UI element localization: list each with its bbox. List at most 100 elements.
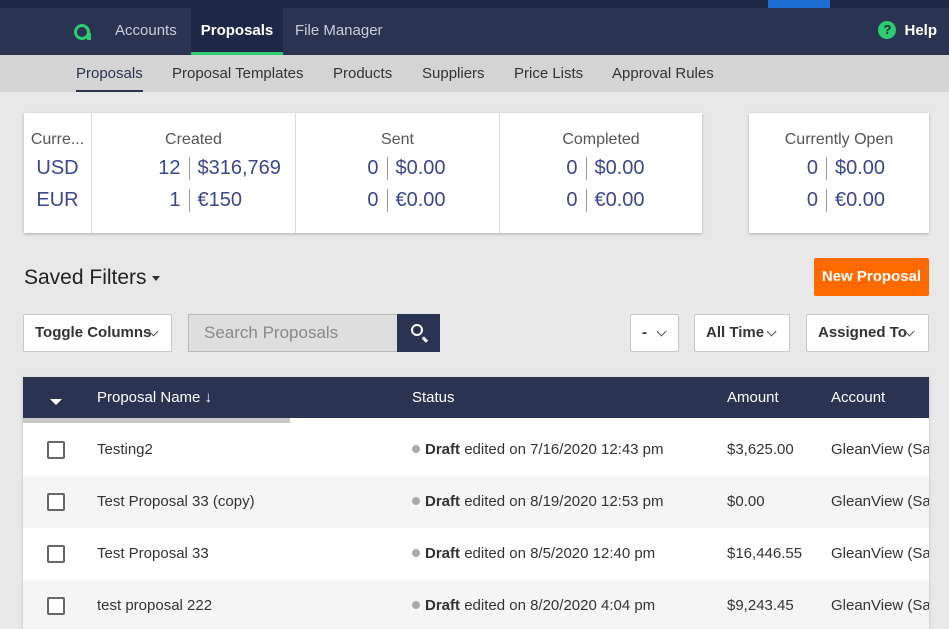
status-detail: edited on 8/20/2020 4:04 pm [464,597,656,614]
row-checkbox[interactable] [47,545,65,563]
top-nav: Accounts Proposals File Manager ? Help [0,8,949,55]
proposal-name[interactable]: Testing2 [97,424,153,476]
account-cell[interactable]: GleanView (Sar [831,580,929,629]
count: 1 [97,189,190,212]
open-header: Currently Open [784,131,894,148]
col-status[interactable]: Status [412,377,455,414]
account-cell[interactable]: GleanView (Sar [831,424,929,476]
chevron-down-icon [766,326,777,337]
subnav-proposals[interactable]: Proposals [76,55,143,92]
col-proposal-name[interactable]: Proposal Name ↓ [97,377,212,414]
amount: $316,769 [197,157,281,179]
help-icon: ? [878,21,897,39]
count: 0 [761,189,827,212]
amount: €0.00 [594,189,645,211]
currency-header: Curre... [30,131,85,148]
amount-cell: $3,625.00 [727,441,794,458]
status-label: Draft [425,493,461,510]
count: 0 [308,189,388,212]
proposal-name[interactable]: Test Proposal 33 [97,528,209,580]
open-column: Currently Open 0 $0.00 0 €0.00 [749,113,929,233]
status-dot-icon [412,497,420,505]
status-label: Draft [425,597,461,614]
currency-eur: EUR [36,189,79,211]
amount-cell: $16,446.55 [727,545,803,562]
nav-accounts[interactable]: Accounts [103,8,189,55]
created-column: Created 12 $316,769 1 €150 [92,113,296,233]
sent-column: Sent 0 $0.00 0 €0.00 [296,113,500,233]
saved-filters-label: Saved Filters [24,266,147,289]
created-eur: 1 €150 [92,189,295,212]
top-strip [0,0,949,8]
app-logo-icon[interactable] [74,24,91,40]
new-proposal-button[interactable]: New Proposal [814,258,929,296]
amount: $0.00 [835,157,886,179]
nav-proposals[interactable]: Proposals [191,8,283,55]
status-detail: edited on 8/5/2020 12:40 pm [464,545,656,562]
select-menu-caret-icon[interactable] [50,399,62,405]
status-dot-icon [412,601,420,609]
status-detail: edited on 8/19/2020 12:53 pm [464,493,664,510]
subnav-approval-rules[interactable]: Approval Rules [612,55,714,92]
status-detail: edited on 7/16/2020 12:43 pm [464,441,664,458]
proposal-name[interactable]: Test Proposal 33 (copy) [97,476,255,528]
amount: $0.00 [594,157,645,179]
sent-header: Sent [381,131,414,148]
status-label: Draft [425,545,461,562]
col-amount[interactable]: Amount [727,377,779,414]
dash-select[interactable]: - [630,314,679,352]
saved-filters-dropdown[interactable]: Saved Filters [24,266,160,290]
search-input[interactable] [188,314,398,352]
row-checkbox[interactable] [47,441,65,459]
row-checkbox[interactable] [47,493,65,511]
currently-open-card: Currently Open 0 $0.00 0 €0.00 [749,113,929,233]
summary-card: Curre... USD EUR Created 12 $316,769 1 €15… [24,113,702,233]
status-dot-icon [412,549,420,557]
amount-cell: $0.00 [727,493,765,510]
amount: €0.00 [835,189,886,211]
count: 0 [516,157,587,180]
table-header: Proposal Name ↓ Status Amount Account [23,377,929,418]
assigned-to-select[interactable]: Assigned To [806,314,929,352]
time-select[interactable]: All Time [694,314,790,352]
proposals-table: Proposal Name ↓ Status Amount Account Te… [23,377,929,629]
search-button[interactable] [397,314,440,352]
dash-select-value: - [642,324,647,341]
table-row[interactable]: Test Proposal 33 (copy) Draft edited on … [23,476,929,528]
assigned-to-value: Assigned To [818,324,907,341]
count: 12 [97,157,190,180]
table-row[interactable]: test proposal 222 Draft edited on 8/20/2… [23,580,929,629]
currency-usd: USD [36,157,79,179]
created-usd: 12 $316,769 [92,157,295,180]
proposal-name[interactable]: test proposal 222 [97,580,212,629]
row-checkbox[interactable] [47,597,65,615]
subnav-suppliers[interactable]: Suppliers [422,55,485,92]
count: 0 [308,157,388,180]
status-label: Draft [425,441,461,458]
sub-nav: Proposals Proposal Templates Products Su… [0,55,949,92]
top-strip-indicator [768,0,830,8]
help-link[interactable]: ? Help [878,8,937,55]
amount: €0.00 [395,189,446,211]
completed-usd: 0 $0.00 [500,157,702,180]
sent-eur: 0 €0.00 [296,189,499,212]
count: 0 [761,157,827,180]
account-cell[interactable]: GleanView (Sar [831,476,929,528]
subnav-proposal-templates[interactable]: Proposal Templates [172,55,303,92]
completed-column: Completed 0 $0.00 0 €0.00 [500,113,702,233]
open-eur: 0 €0.00 [749,189,929,212]
status-dot-icon [412,445,420,453]
nav-file-manager[interactable]: File Manager [283,8,395,55]
created-header: Created [165,131,222,148]
subnav-price-lists[interactable]: Price Lists [514,55,583,92]
subnav-products[interactable]: Products [333,55,392,92]
table-row[interactable]: Testing2 Draft edited on 7/16/2020 12:43… [23,424,929,476]
table-row[interactable]: Test Proposal 33 Draft edited on 8/5/202… [23,528,929,580]
account-cell[interactable]: GleanView (Sar [831,528,929,580]
col-account[interactable]: Account [831,377,885,414]
completed-eur: 0 €0.00 [500,189,702,212]
sent-usd: 0 $0.00 [296,157,499,180]
amount: €150 [197,189,243,211]
toggle-columns-button[interactable]: Toggle Columns [23,314,172,352]
amount-cell: $9,243.45 [727,597,794,614]
